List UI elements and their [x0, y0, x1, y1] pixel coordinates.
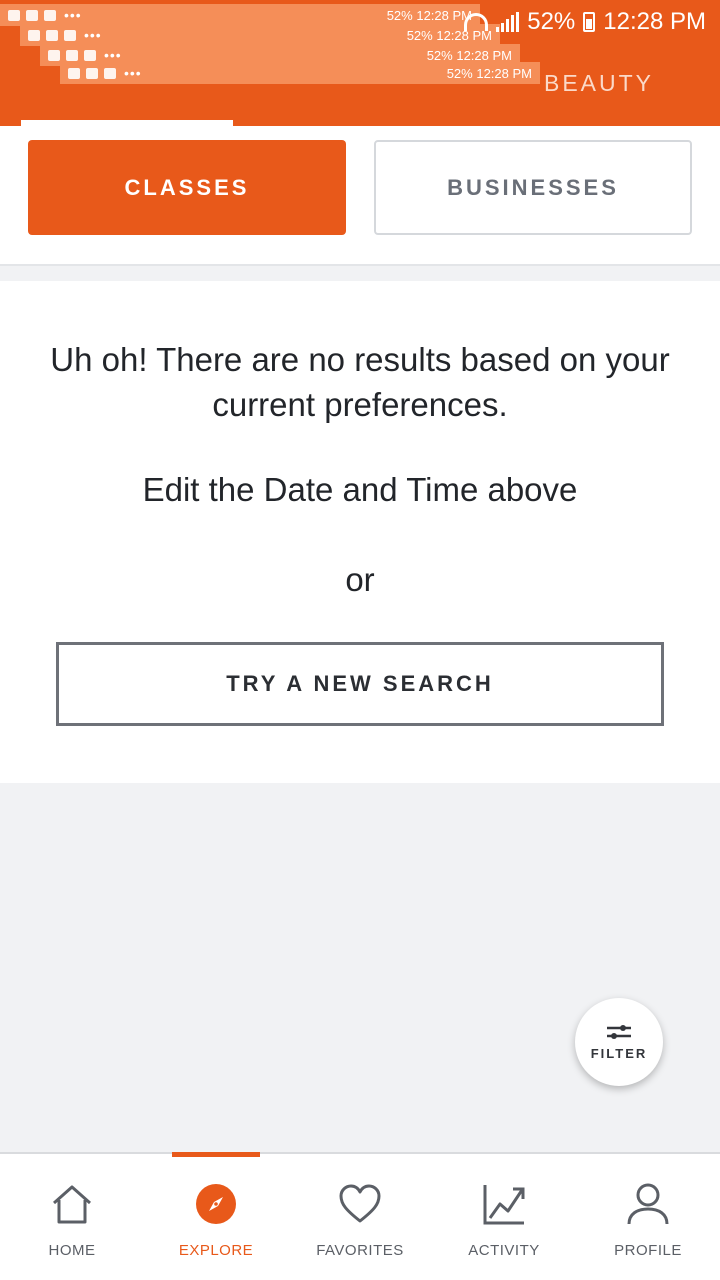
businesses-button[interactable]: BUSINESSES — [374, 140, 692, 235]
battery-icon — [583, 12, 596, 32]
filter-button[interactable]: FILTER — [575, 998, 663, 1086]
bottom-nav: HOME EXPLORE FAVORITES ACTIVITY PROFILE — [0, 1152, 720, 1280]
nav-explore-label: EXPLORE — [178, 1242, 254, 1259]
category-tabs: BEAUTY — [0, 62, 720, 126]
filter-label: FILTER — [590, 1045, 648, 1061]
nav-favorites[interactable]: FAVORITES — [288, 1154, 432, 1280]
empty-state-card: Uh oh! There are no results based on you… — [0, 281, 720, 783]
compass-icon — [192, 1180, 240, 1228]
nav-activity[interactable]: ACTIVITY — [432, 1154, 576, 1280]
nav-profile[interactable]: PROFILE — [576, 1154, 720, 1280]
or-separator: or — [345, 561, 375, 598]
app-header: ••• 52% 12:28 PM ••• 52% 12:28 PM ••• 52… — [0, 0, 720, 126]
nav-home[interactable]: HOME — [0, 1154, 144, 1280]
wifi-icon — [464, 13, 489, 31]
tab-beauty[interactable]: BEAUTY — [544, 70, 654, 97]
classes-button[interactable]: CLASSES — [28, 140, 346, 235]
chart-icon — [480, 1180, 528, 1228]
nav-favorites-label: FAVORITES — [316, 1242, 404, 1259]
filter-sliders-icon — [607, 1024, 631, 1039]
status-time: 12:28 PM — [603, 8, 706, 35]
signal-icon — [496, 12, 520, 32]
nav-activity-label: ACTIVITY — [468, 1242, 540, 1259]
status-bar: 52% 12:28 PM — [464, 6, 706, 38]
home-icon — [48, 1180, 96, 1228]
heart-icon — [336, 1180, 384, 1228]
try-new-search-button[interactable]: TRY A NEW SEARCH — [56, 642, 664, 726]
person-icon — [624, 1180, 672, 1228]
nav-profile-label: PROFILE — [614, 1242, 682, 1259]
notification-strip: ••• 52% 12:28 PM — [20, 24, 500, 46]
view-toggle: CLASSES BUSINESSES — [0, 126, 720, 266]
notification-strip: ••• 52% 12:28 PM — [0, 4, 480, 26]
edit-date-hint: Edit the Date and Time above — [142, 471, 578, 508]
battery-percent: 52% — [527, 8, 576, 35]
nav-home-label: HOME — [48, 1242, 96, 1259]
nav-explore[interactable]: EXPLORE — [144, 1154, 288, 1280]
no-results-message: Uh oh! There are no results based on you… — [50, 341, 670, 423]
